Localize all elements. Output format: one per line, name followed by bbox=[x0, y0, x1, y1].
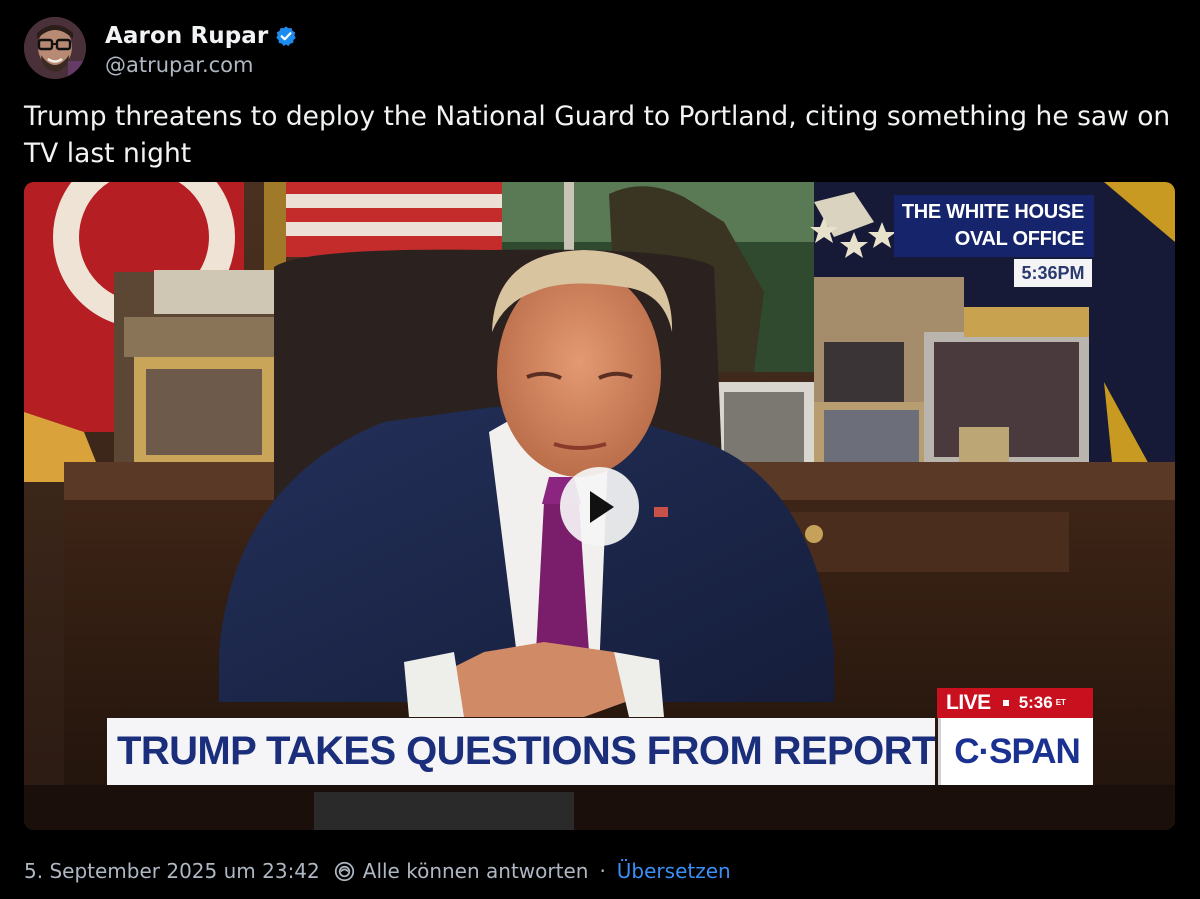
avatar[interactable] bbox=[24, 17, 86, 79]
live-label: LIVE bbox=[946, 691, 991, 714]
avatar-photo-icon bbox=[24, 17, 86, 79]
author-display-name[interactable]: Aaron Rupar bbox=[105, 23, 268, 49]
reply-setting[interactable]: Alle können antworten bbox=[363, 859, 589, 883]
live-dot-icon bbox=[1002, 700, 1009, 706]
author-handle[interactable]: @atrupar.com bbox=[105, 53, 297, 77]
live-timezone: ET bbox=[1055, 698, 1066, 707]
post-timestamp[interactable]: 5. September 2025 um 23:42 bbox=[24, 859, 320, 883]
post-footer: 5. September 2025 um 23:42 Alle können a… bbox=[24, 857, 731, 885]
network-logo: C·SPAN bbox=[938, 718, 1093, 785]
lower-third-caption: TRUMP TAKES QUESTIONS FROM REPORTERS bbox=[107, 718, 935, 785]
live-time: 5:36 bbox=[1018, 693, 1053, 712]
post-header: Aaron Rupar @atrupar.com bbox=[24, 16, 297, 80]
bug-line1: THE WHITE HOUSE bbox=[901, 201, 1084, 223]
live-indicator: LIVE 5:36 ET bbox=[937, 688, 1093, 718]
bug-line2: OVAL OFFICE bbox=[954, 228, 1085, 250]
play-icon bbox=[589, 490, 614, 523]
play-button[interactable] bbox=[560, 467, 639, 546]
reply-permission-icon bbox=[334, 861, 354, 881]
bug-time: 5:36PM bbox=[1014, 259, 1092, 287]
footer-separator: · bbox=[599, 859, 606, 883]
white-house-bug: THE WHITE HOUSE OVAL OFFICE bbox=[894, 195, 1094, 257]
post-text: Trump threatens to deploy the National G… bbox=[24, 101, 1171, 169]
video-player[interactable]: THE WHITE HOUSE OVAL OFFICE 5:36PM LIVE … bbox=[24, 182, 1175, 830]
translate-link[interactable]: Übersetzen bbox=[617, 859, 731, 883]
verified-badge-icon bbox=[276, 25, 297, 46]
